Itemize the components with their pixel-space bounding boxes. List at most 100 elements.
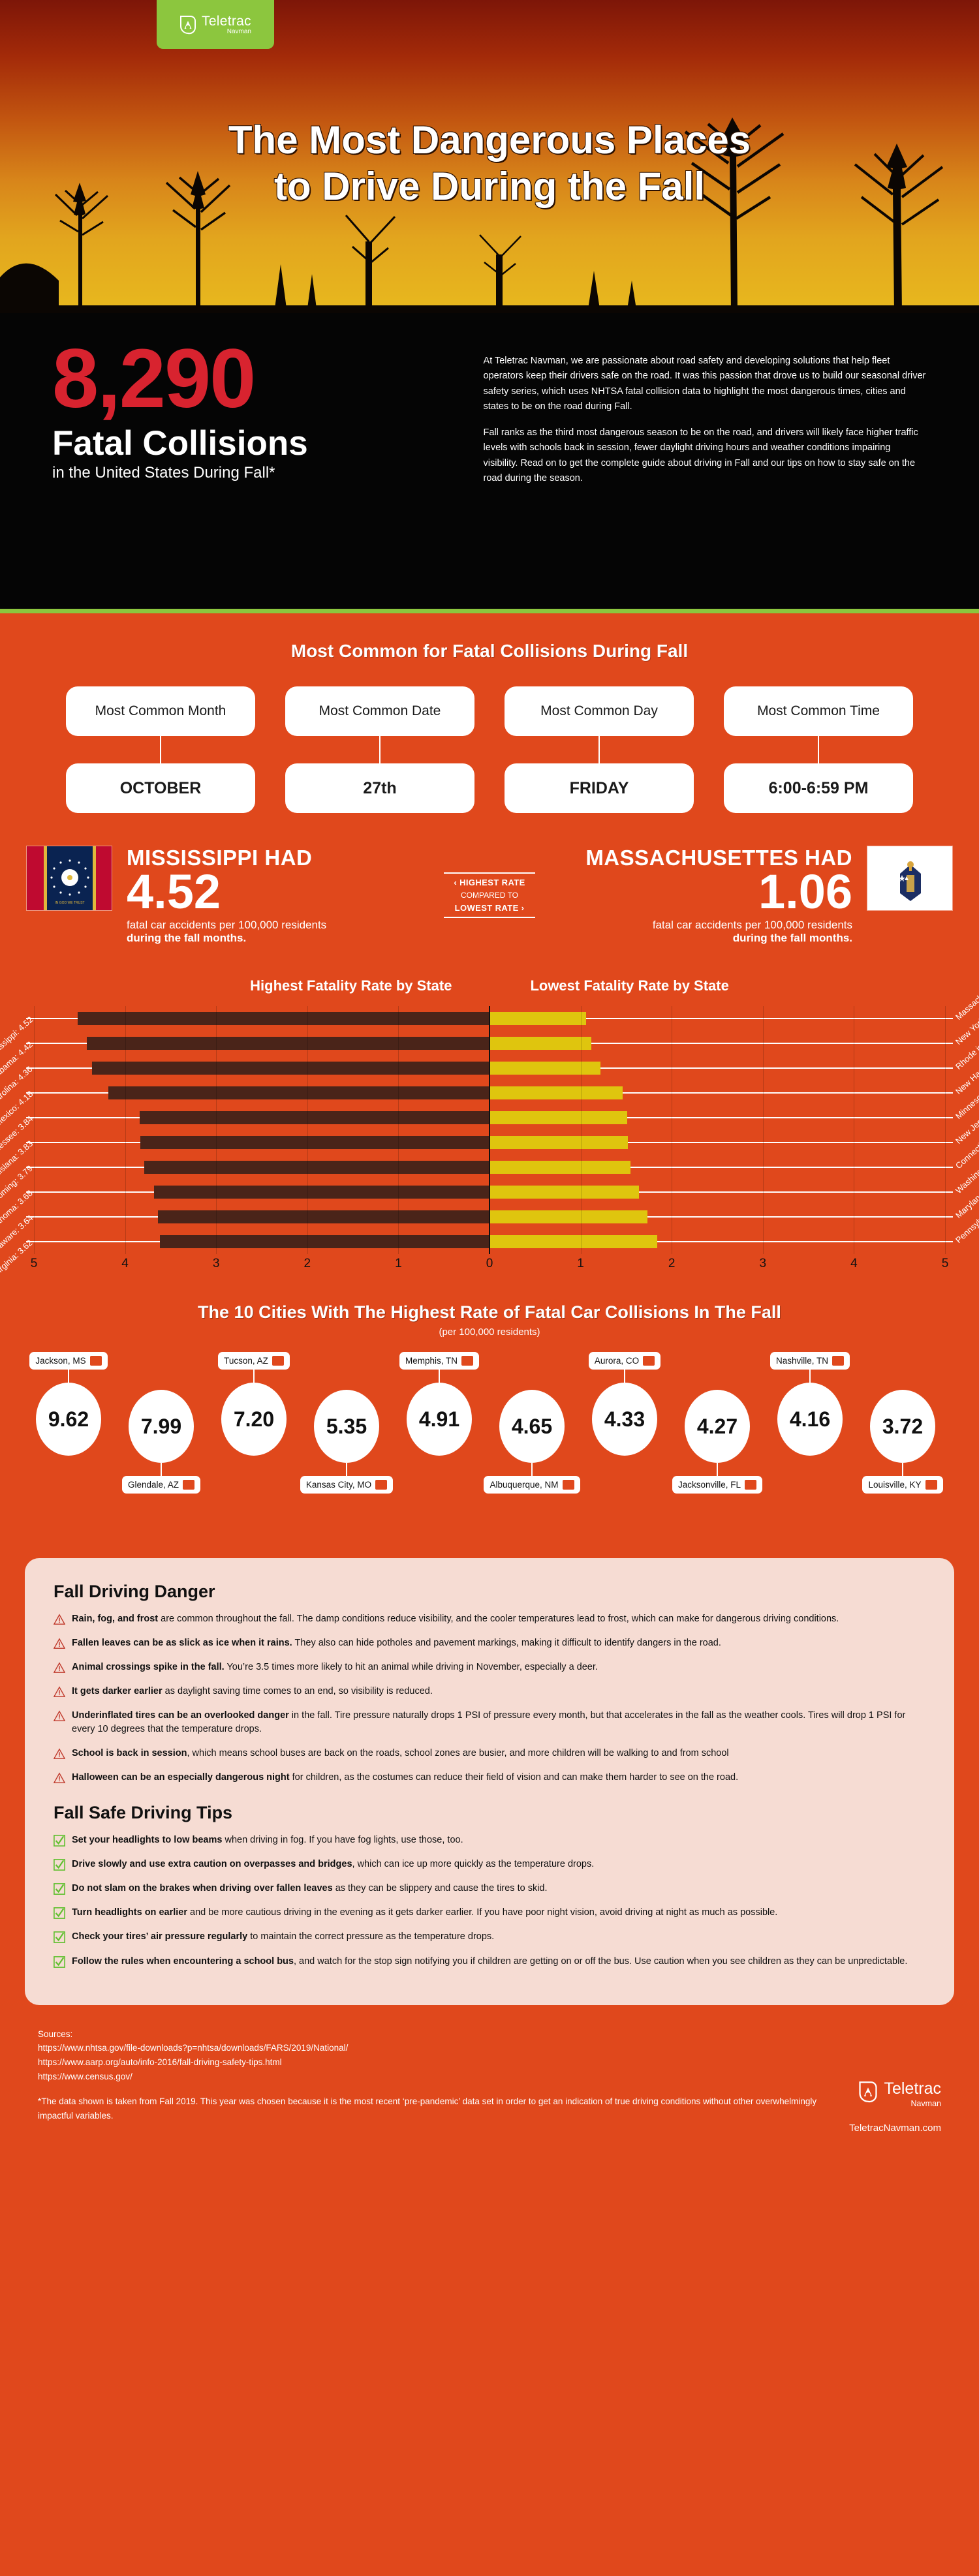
city-connector (253, 1370, 255, 1383)
cities-subtitle: (per 100,000 residents) (439, 1326, 540, 1338)
chart-half-left: Mississippi: 4.52 (0, 1006, 489, 1064)
city-rate-value: 4.65 (499, 1390, 565, 1464)
tips-title: Fall Safe Driving Tips (54, 1803, 233, 1823)
dangers-title: Fall Driving Danger (54, 1582, 215, 1602)
axis-tick-label: 0 (486, 1257, 493, 1271)
lowest-state-block: MASSACHUSETTES HAD 1.06 fatal car accide… (551, 846, 954, 945)
city-rate-value: 9.62 (36, 1383, 101, 1456)
list-item: Follow the rules when encountering a sch… (54, 1955, 925, 1969)
city-item: Nashville, TN 4.16 (766, 1352, 854, 1456)
warning-triangle-icon (53, 1772, 66, 1784)
chart-half-left: Delaware: 3.64 (0, 1204, 489, 1259)
comparison-divider: ‹ HIGHEST RATE COMPARED TO LOWEST RATE › (428, 868, 552, 922)
teletrac-navman-logo[interactable]: Teletrac Navman (157, 0, 274, 49)
source-link[interactable]: https://www.census.gov/ (38, 2070, 849, 2084)
city-rate-value: 3.72 (870, 1390, 935, 1464)
divider-rule-top (444, 872, 535, 874)
city-rate-value: 7.20 (221, 1383, 287, 1456)
warning-triangle-icon (53, 1686, 66, 1698)
most-common-item: Most Common Month OCTOBER (66, 686, 255, 813)
checkbox-check-icon (54, 1931, 65, 1944)
list-item: School is back in session, which means s… (53, 1747, 925, 1760)
city-item: Tucson, AZ 7.20 (210, 1352, 298, 1456)
chart-gridline (762, 1006, 764, 1255)
lowest-state-note1: fatal car accidents per 100,000 resident… (652, 919, 853, 932)
compared-to-caption: COMPARED TO (461, 891, 519, 900)
most-common-value: OCTOBER (66, 763, 255, 813)
city-connector (161, 1463, 162, 1477)
city-rate-value: 4.16 (777, 1383, 843, 1456)
list-item-text: Fallen leaves can be as slick as ice whe… (72, 1636, 721, 1650)
most-common-label: Most Common Day (505, 686, 694, 736)
list-item-rest: when driving in fog. If you have fog lig… (222, 1835, 463, 1846)
city-name: Jacksonville, FL (677, 1480, 741, 1490)
list-item-rest: as daylight saving time comes to an end,… (162, 1686, 433, 1697)
most-common-label: Most Common Month (66, 686, 255, 736)
source-link[interactable]: https://www.aarp.org/auto/info-2016/fall… (38, 2055, 849, 2070)
city-name-tag: Tucson, AZ (218, 1352, 290, 1370)
bar-highest (86, 1037, 489, 1050)
list-item-bold: Rain, fog, and frost (72, 1614, 159, 1625)
list-item-bold: School is back in session (72, 1748, 187, 1759)
fatality-rate-chart: Highest Fatality Rate by State Lowest Fa… (0, 962, 979, 1278)
dangers-list: Rain, fog, and frost are common througho… (53, 1612, 925, 1785)
city-rate-value: 4.27 (685, 1390, 750, 1464)
chart-half-left: New Mexico: 4.18 (0, 1081, 489, 1142)
teletrac-leaf-icon (179, 15, 196, 35)
list-item-bold: Check your tires’ air pressure regularly (72, 1931, 248, 1942)
cities-title: The 10 Cities With The Highest Rate of F… (198, 1302, 781, 1323)
city-connector (68, 1370, 69, 1383)
checkbox-check-icon (54, 1859, 65, 1871)
list-item: Check your tires’ air pressure regularly… (54, 1930, 925, 1944)
city-item: Aurora, CO 4.33 (581, 1352, 668, 1456)
leader-line-right (600, 1067, 953, 1069)
state-comparison: IN GOD WE TRUST MISSISSIPPI HAD 4.52 fat… (0, 826, 979, 945)
most-common-value: 27th (285, 763, 474, 813)
svg-text:IN GOD WE TRUST: IN GOD WE TRUST (55, 901, 84, 905)
axis-tick-label: 3 (759, 1257, 767, 1271)
state-shape-icon (832, 1356, 845, 1366)
chart-zero-axis (489, 1006, 490, 1255)
city-name-tag: Jacksonville, FL (672, 1476, 763, 1494)
chart-plot-area: Mississippi: 4.52 Massachusetts: 1.06 Alab… (0, 962, 979, 1278)
footer-website-url[interactable]: TeletracNavman.com (849, 2123, 941, 2134)
city-rate-value: 4.33 (592, 1383, 657, 1456)
intro-paragraph-1: At Teletrac Navman, we are passionate ab… (483, 356, 926, 412)
bar-lowest (489, 1210, 647, 1224)
tips-list: Set your headlights to low beams when dr… (54, 1833, 925, 1968)
bar-highest (108, 1086, 489, 1100)
state-shape-icon (183, 1480, 195, 1490)
pill-connector (379, 736, 381, 763)
pill-connector (160, 736, 161, 763)
logo-brand-sub: Navman (226, 27, 251, 35)
highest-state-rate: 4.52 (127, 865, 221, 919)
chart-half-left: Oklahoma: 3.68 (0, 1180, 489, 1236)
chart-gridline (945, 1006, 946, 1255)
warning-triangle-icon (53, 1710, 66, 1722)
list-item-rest: They also can hide potholes and pavement… (292, 1638, 721, 1649)
leader-line-right (647, 1216, 953, 1218)
city-name-tag: Aurora, CO (588, 1352, 661, 1370)
axis-tick-label: 5 (941, 1257, 949, 1271)
bar-highest (154, 1186, 489, 1199)
city-rate-value: 5.35 (314, 1390, 379, 1464)
state-shape-icon (272, 1356, 284, 1366)
headline-stat-band: 8,290 Fatal Collisions in the United Sta… (0, 313, 979, 613)
source-link[interactable]: https://www.nhtsa.gov/file-downloads?p=n… (38, 2041, 849, 2055)
city-name-tag: Kansas City, MO (300, 1476, 394, 1494)
chart-half-left: South Carolina: 4.36 (0, 1056, 489, 1124)
city-item: Jackson, MS 9.62 (25, 1352, 112, 1456)
leader-line-left (26, 1092, 109, 1094)
state-shape-icon (745, 1480, 757, 1490)
list-item: Set your headlights to low beams when dr… (54, 1833, 925, 1847)
footer-logo[interactable]: Teletrac Navman TeletracNavman.com (849, 2027, 941, 2134)
state-shape-icon (925, 1480, 937, 1490)
fatal-collisions-count: 8,290 (52, 332, 256, 425)
bar-lowest (489, 1062, 601, 1075)
state-shape-icon (89, 1356, 102, 1366)
bar-lowest (489, 1086, 623, 1100)
chart-half-right: Connecticut: 1.55 (489, 1120, 979, 1180)
page-footer: Sources: https://www.nhtsa.gov/file-down… (0, 2005, 979, 2147)
warning-triangle-icon (53, 1662, 66, 1674)
list-item-bold: Fallen leaves can be as slick as ice whe… (72, 1638, 292, 1649)
